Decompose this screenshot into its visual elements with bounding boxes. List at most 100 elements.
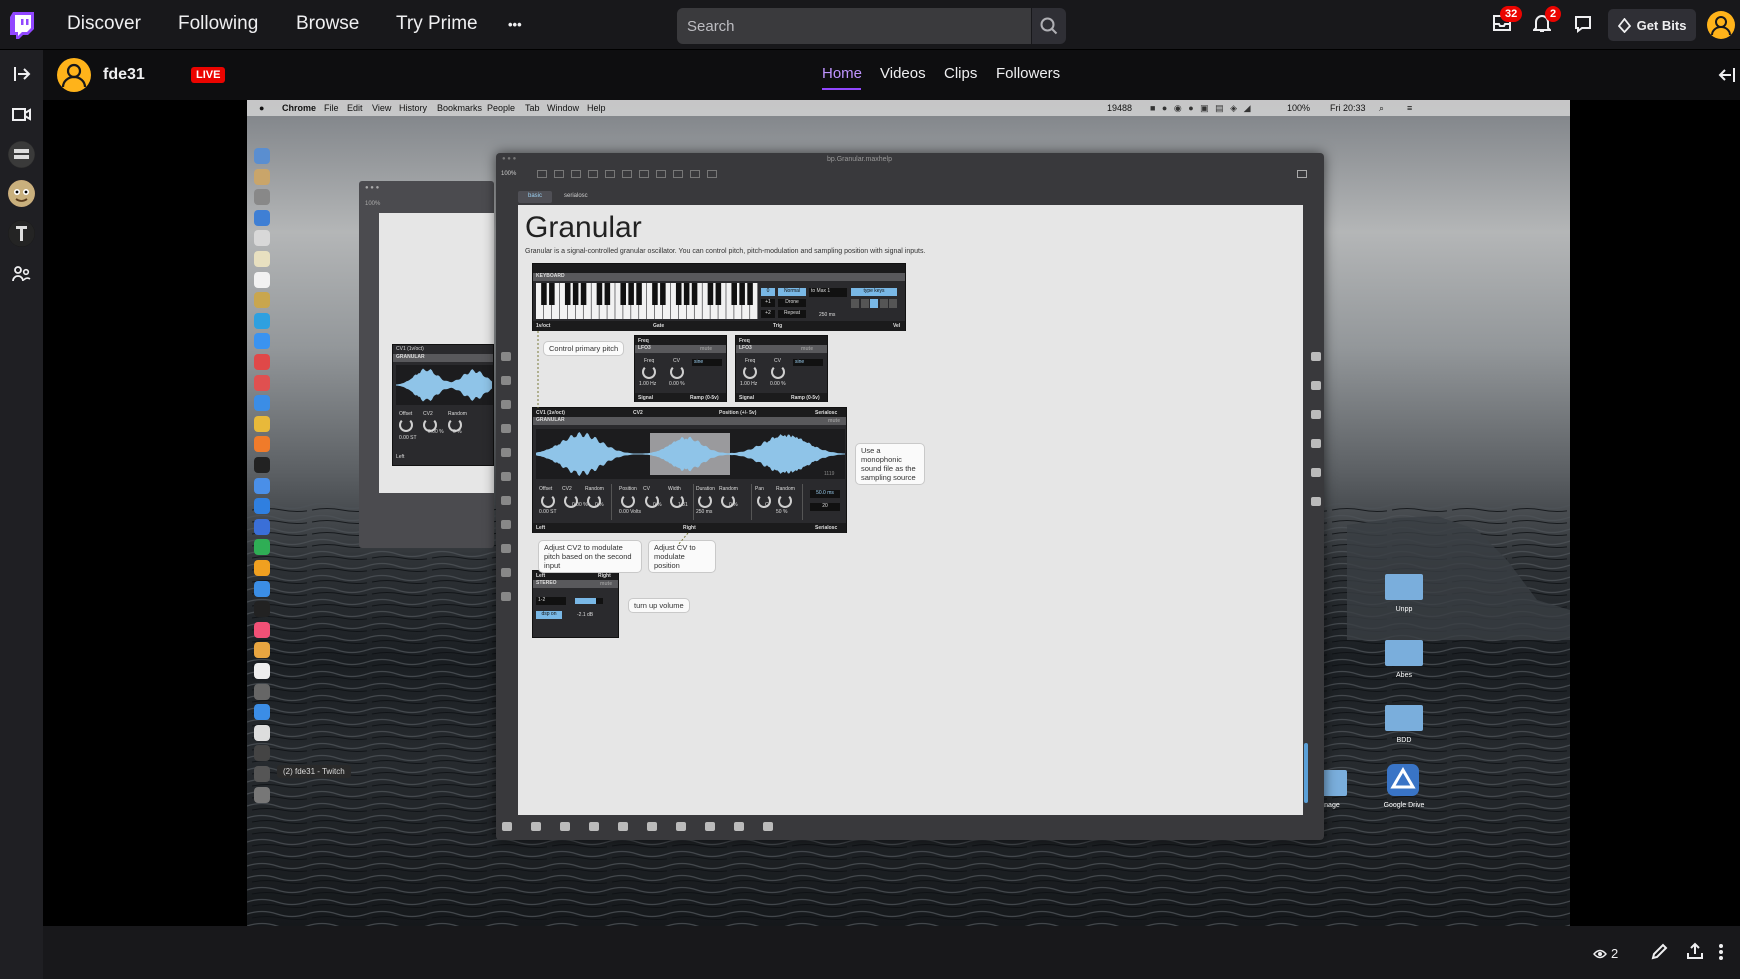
max-help-window[interactable]: ● ● ● bp.Granular.maxhelp 100% basic ser…: [496, 153, 1324, 840]
dock-app-icon[interactable]: [254, 580, 270, 597]
dock-app-icon[interactable]: [254, 168, 270, 185]
piano-black-key[interactable]: [541, 283, 547, 305]
comment-adjust-cv2[interactable]: Adjust CV2 to modulate pitch based on th…: [538, 540, 642, 573]
search-button[interactable]: [1032, 8, 1066, 44]
piano-black-key[interactable]: [604, 283, 611, 305]
menu-people[interactable]: People: [487, 103, 515, 113]
piano-black-key[interactable]: [675, 283, 682, 305]
keypad-key[interactable]: [870, 299, 878, 308]
dock-app-icon[interactable]: [254, 312, 270, 329]
patcher-side-tool-icon[interactable]: [501, 520, 511, 529]
recommended-channels-button[interactable]: [12, 108, 31, 121]
dock-app-icon[interactable]: [254, 724, 270, 741]
patcher-bottom-tool-icon[interactable]: [560, 822, 570, 831]
grid-toggle-icon[interactable]: [1297, 170, 1307, 178]
dock-app-icon[interactable]: [254, 498, 270, 515]
patcher-side-tool-icon[interactable]: [501, 592, 511, 601]
granular-knob[interactable]: [621, 494, 635, 508]
patcher-bottom-tool-icon[interactable]: [502, 822, 512, 831]
share-button[interactable]: [1686, 942, 1704, 960]
menu-help[interactable]: Help: [587, 103, 606, 113]
back-zoom-label[interactable]: 100%: [365, 201, 380, 207]
dock-app-icon[interactable]: [254, 663, 270, 679]
comment-sound-file[interactable]: Use a monophonic sound file as the sampl…: [855, 443, 925, 485]
dock-app-icon[interactable]: [254, 292, 270, 309]
dsp-toggle-button[interactable]: dsp on: [536, 611, 562, 619]
patcher-bottom-tool-icon[interactable]: [531, 822, 541, 831]
menu-app-name[interactable]: Chrome: [282, 103, 316, 113]
lfo-cv-knob[interactable]: [670, 365, 684, 379]
whispers-button[interactable]: [1574, 15, 1592, 33]
dock-app-icon[interactable]: [254, 333, 270, 350]
keypad-key[interactable]: [879, 299, 888, 308]
tab-basic[interactable]: basic: [518, 191, 552, 203]
patcher-bottom-tool-icon[interactable]: [618, 822, 628, 831]
tab-home[interactable]: Home: [822, 65, 862, 82]
window-controls-icon[interactable]: ● ● ●: [502, 156, 516, 162]
patcher-side-tool-icon[interactable]: [501, 568, 511, 577]
granular-mute-button[interactable]: mute: [828, 418, 840, 424]
toolbar-tool-icon[interactable]: [605, 170, 615, 178]
dock-app-icon[interactable]: [254, 560, 270, 576]
channel-select[interactable]: 1-2: [536, 597, 566, 605]
menu-file[interactable]: File: [324, 103, 339, 113]
piano-black-key[interactable]: [636, 283, 642, 305]
nav-try-prime[interactable]: Try Prime: [396, 13, 478, 35]
patcher-side-tool-icon[interactable]: [501, 496, 511, 505]
patcher-side-tool-icon[interactable]: [1311, 439, 1321, 448]
mode-drone-button[interactable]: Drone: [778, 299, 806, 307]
waveform-display[interactable]: [536, 429, 845, 479]
tab-serialosc[interactable]: serialosc: [564, 193, 588, 199]
menu-tab[interactable]: Tab: [525, 103, 540, 113]
dock-app-icon[interactable]: [254, 415, 270, 432]
toolbar-tool-icon[interactable]: [673, 170, 683, 178]
channel-avatar[interactable]: [8, 220, 35, 247]
dock-app-icon[interactable]: [254, 683, 270, 700]
dock-app-icon[interactable]: [254, 251, 270, 267]
toolbar-tool-icon[interactable]: [639, 170, 649, 178]
octave-0-button[interactable]: 0: [761, 288, 775, 296]
comment-turn-up-volume[interactable]: turn up volume: [628, 598, 690, 613]
toolbar-tool-icon[interactable]: [588, 170, 598, 178]
channel-avatar[interactable]: [8, 180, 35, 207]
patcher-side-tool-icon[interactable]: [1311, 381, 1321, 390]
octave-2-button[interactable]: +2: [761, 310, 775, 318]
piano-black-key[interactable]: [707, 283, 714, 305]
dock-app-icon[interactable]: [254, 374, 270, 391]
google-drive-icon[interactable]: [1387, 764, 1419, 796]
comment-adjust-cv[interactable]: Adjust CV to modulate position: [648, 540, 716, 573]
dock-app-icon[interactable]: [254, 436, 270, 453]
menu-history[interactable]: History: [399, 103, 427, 113]
more-menu-button[interactable]: •••: [508, 17, 522, 32]
stereo-mute-button[interactable]: mute: [600, 581, 612, 587]
patcher-bottom-tool-icon[interactable]: [705, 822, 715, 831]
notification-center-icon[interactable]: ≡: [1407, 103, 1412, 113]
desktop-folder-icon[interactable]: [1385, 705, 1423, 731]
dock-app-icon[interactable]: [254, 621, 270, 638]
toolbar-tool-icon[interactable]: [537, 170, 547, 178]
grain-length-number[interactable]: 50.0 ms: [810, 490, 840, 498]
channel-name[interactable]: fde31: [103, 66, 145, 84]
lfo-freq-knob[interactable]: [642, 365, 656, 379]
user-avatar[interactable]: [1707, 11, 1735, 39]
dock-app-icon[interactable]: [254, 395, 270, 412]
menu-view[interactable]: View: [372, 103, 391, 113]
piano-black-key[interactable]: [652, 283, 658, 305]
dock-app-icon[interactable]: [254, 230, 270, 247]
piano-black-key[interactable]: [715, 283, 722, 305]
desktop-folder-icon[interactable]: [1385, 574, 1423, 600]
offset-knob[interactable]: [399, 418, 413, 432]
mode-normal-button[interactable]: Normal: [778, 288, 806, 296]
patcher-side-tool-icon[interactable]: [1311, 468, 1321, 477]
patcher-side-tool-icon[interactable]: [501, 424, 511, 433]
toolbar-tool-icon[interactable]: [656, 170, 666, 178]
menu-edit[interactable]: Edit: [347, 103, 363, 113]
patcher-side-tool-icon[interactable]: [501, 376, 511, 385]
piano-black-key[interactable]: [628, 283, 634, 305]
lfo-wave-select[interactable]: sine: [793, 359, 823, 366]
dock-app-icon[interactable]: [254, 766, 270, 782]
dock-app-icon[interactable]: [254, 457, 270, 473]
granular-knob[interactable]: [698, 494, 712, 508]
more-options-button[interactable]: [1718, 943, 1724, 961]
dock-app-icon[interactable]: [254, 354, 270, 370]
